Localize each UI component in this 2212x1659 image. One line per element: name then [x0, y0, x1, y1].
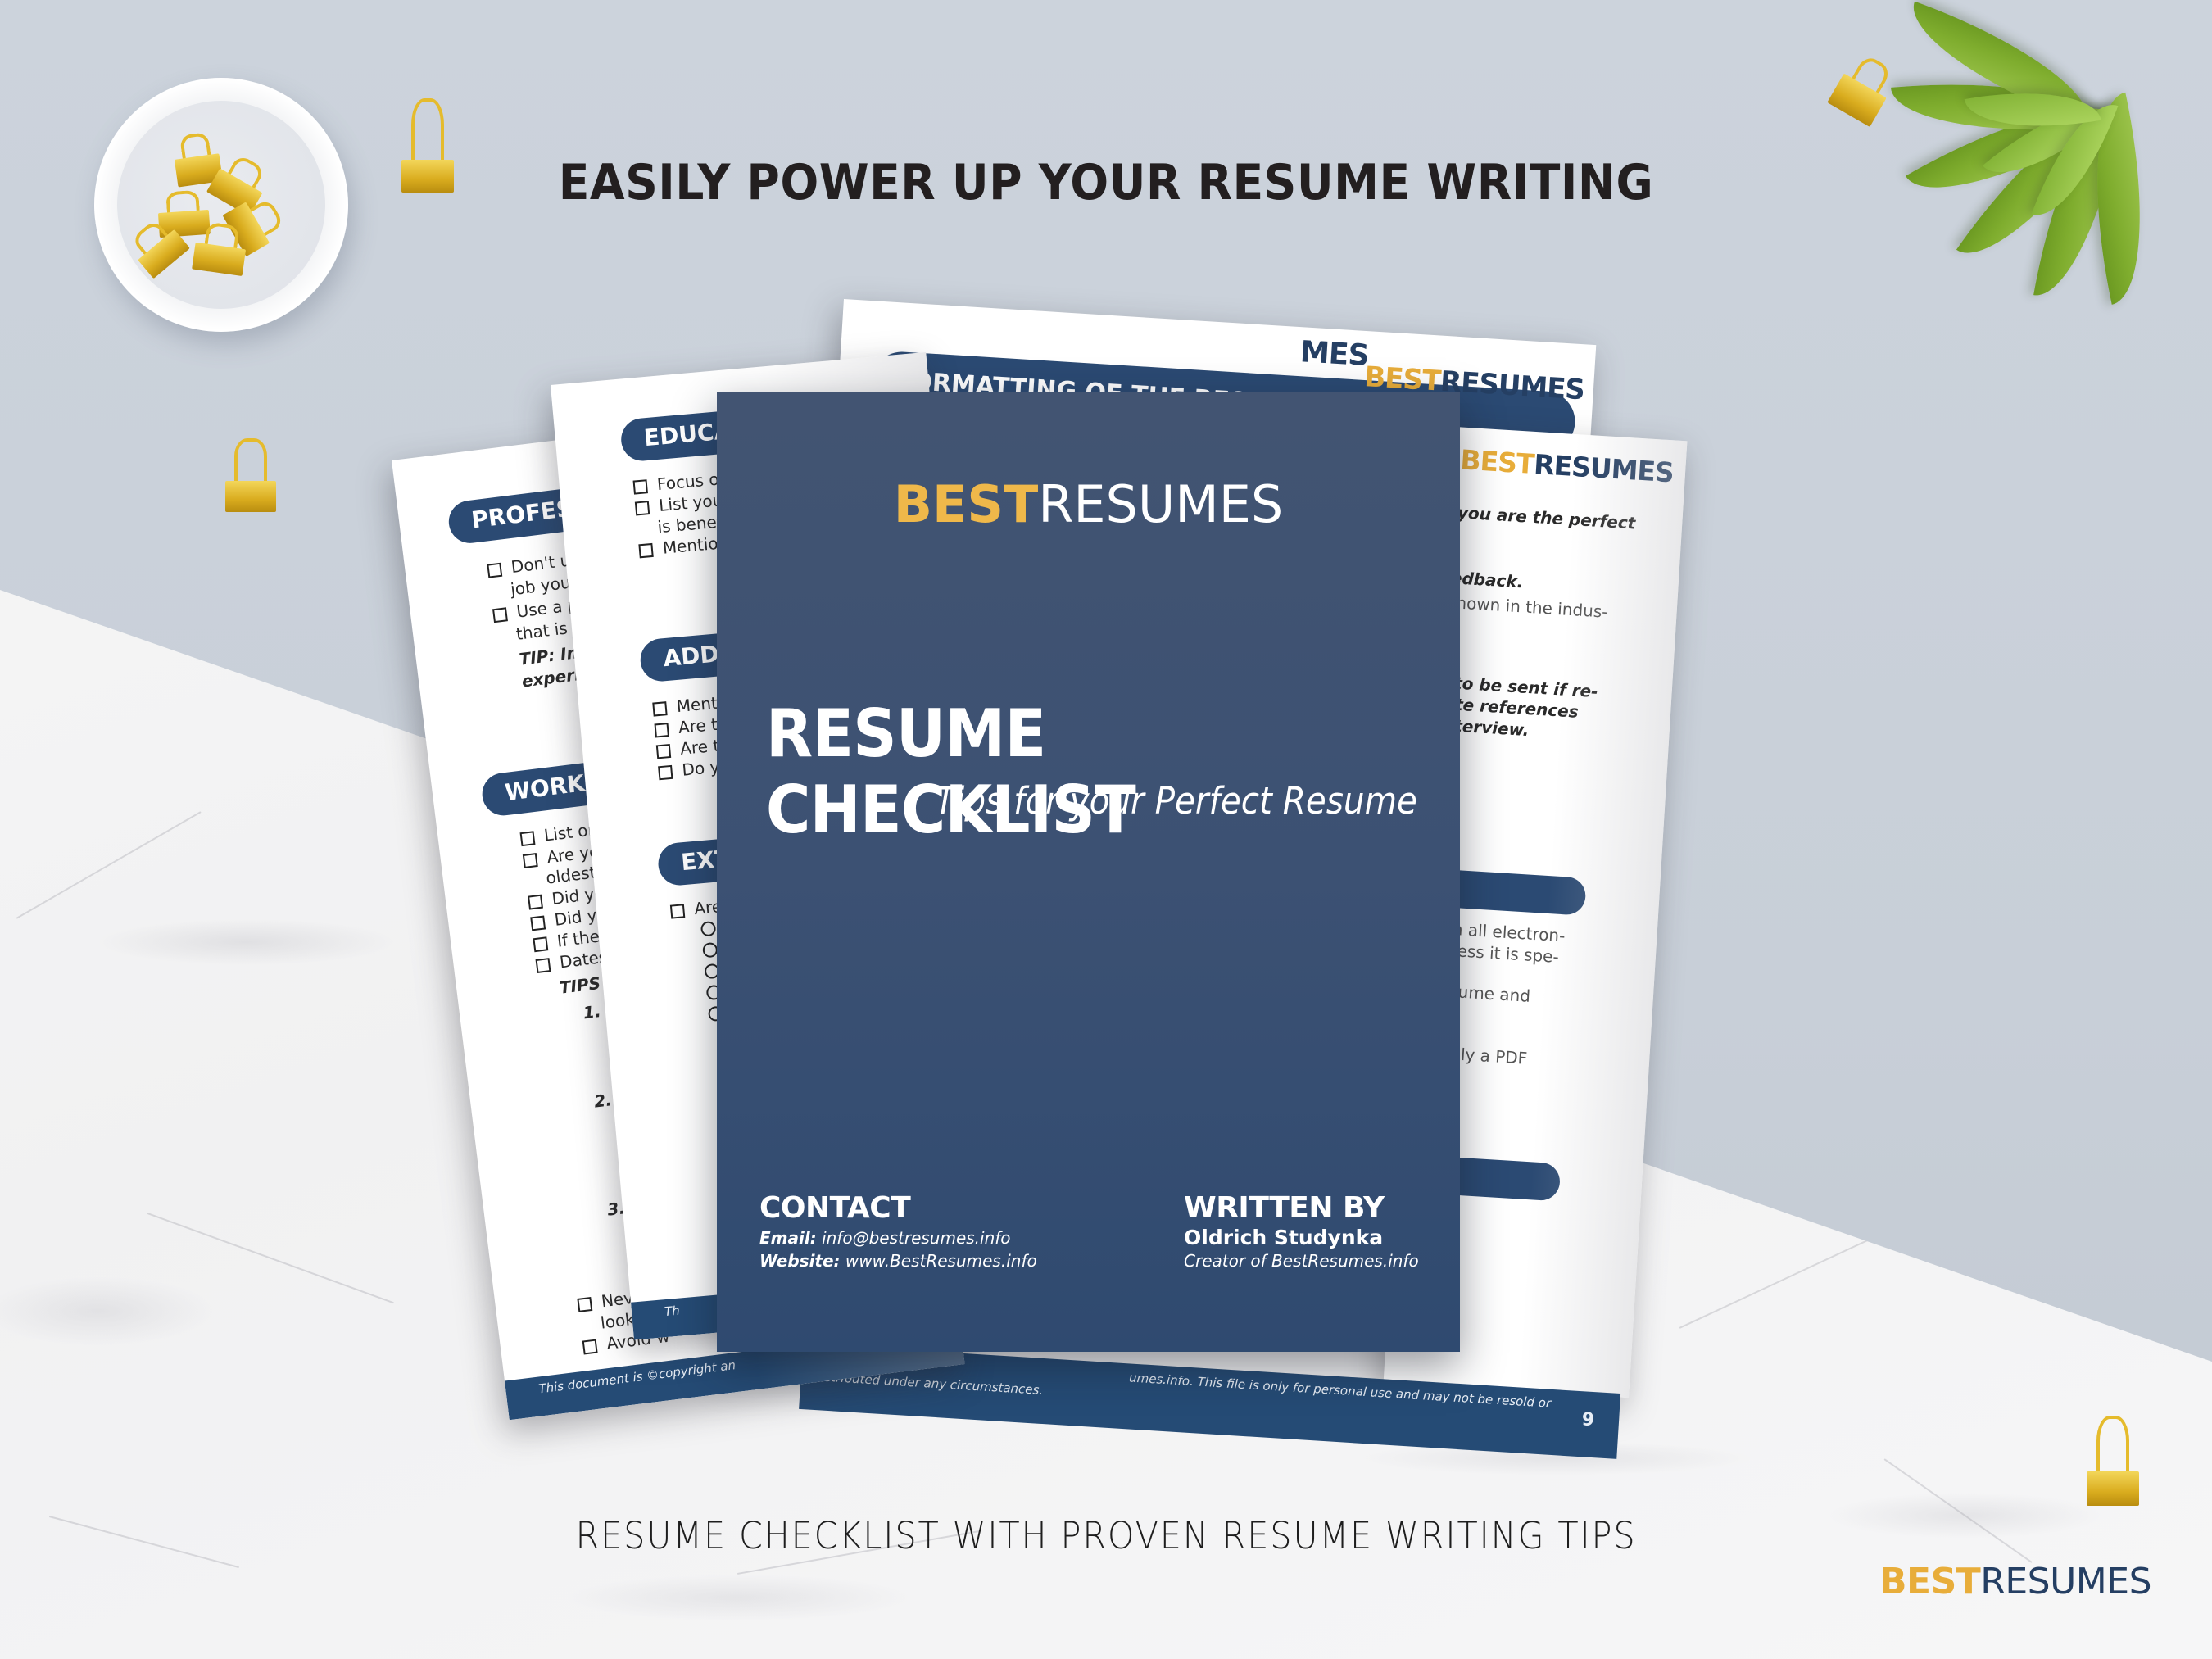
contact-heading: CONTACT — [759, 1191, 911, 1225]
radio-circle-icon — [702, 941, 718, 959]
cover-subtitle: Tips for your Perfect Resume — [935, 779, 1417, 823]
checkbox-icon — [530, 915, 546, 931]
checkbox-icon — [632, 479, 648, 495]
checkbox-icon — [533, 936, 549, 953]
checkbox-icon — [655, 743, 672, 759]
author-role: Creator of BestResumes.info — [1184, 1251, 1419, 1271]
brand-logo: BESTRESUMES — [1879, 1561, 2151, 1602]
cover-logo: BESTRESUMES — [893, 474, 1284, 534]
checkbox-icon — [535, 958, 551, 974]
contact-website: Website: www.BestResumes.info — [759, 1251, 1037, 1271]
binder-clip-icon — [2087, 1416, 2139, 1506]
contact-email: Email: info@bestresumes.info — [759, 1228, 1011, 1248]
checkbox-icon — [669, 904, 686, 919]
page-logo: BESTRESUMES — [1459, 443, 1675, 489]
checkbox-icon — [519, 831, 536, 847]
radio-circle-icon — [700, 920, 717, 937]
checkbox-icon — [577, 1296, 593, 1312]
checkbox-icon — [522, 853, 538, 868]
headline: EASILY POWER UP YOUR RESUME WRITING — [558, 154, 1654, 211]
checkbox-icon — [652, 701, 668, 717]
checkbox-icon — [487, 562, 503, 578]
written-by-heading: WRITTEN BY — [1184, 1191, 1385, 1225]
page-partial-logo: MES — [1299, 335, 1370, 374]
checkbox-icon — [654, 723, 669, 738]
tagline: RESUME CHECKLIST WITH PROVEN RESUME WRIT… — [575, 1514, 1637, 1557]
cover-title: RESUME CHECKLIST — [765, 696, 1136, 848]
checkbox-icon — [658, 764, 673, 781]
checkbox-icon — [634, 501, 650, 516]
checkbox-icon — [638, 542, 654, 559]
checkbox-icon — [492, 607, 508, 623]
checkbox-icon — [582, 1339, 598, 1355]
checkbox-icon — [528, 894, 543, 910]
author-name: Oldrich Studynka — [1184, 1226, 1384, 1249]
page-number: 9 — [1581, 1409, 1595, 1431]
succulent-plant — [1890, 0, 2212, 306]
cover-page: BESTRESUMES RESUME CHECKLIST Tips for yo… — [717, 392, 1460, 1352]
binder-clip-icon — [225, 438, 276, 512]
